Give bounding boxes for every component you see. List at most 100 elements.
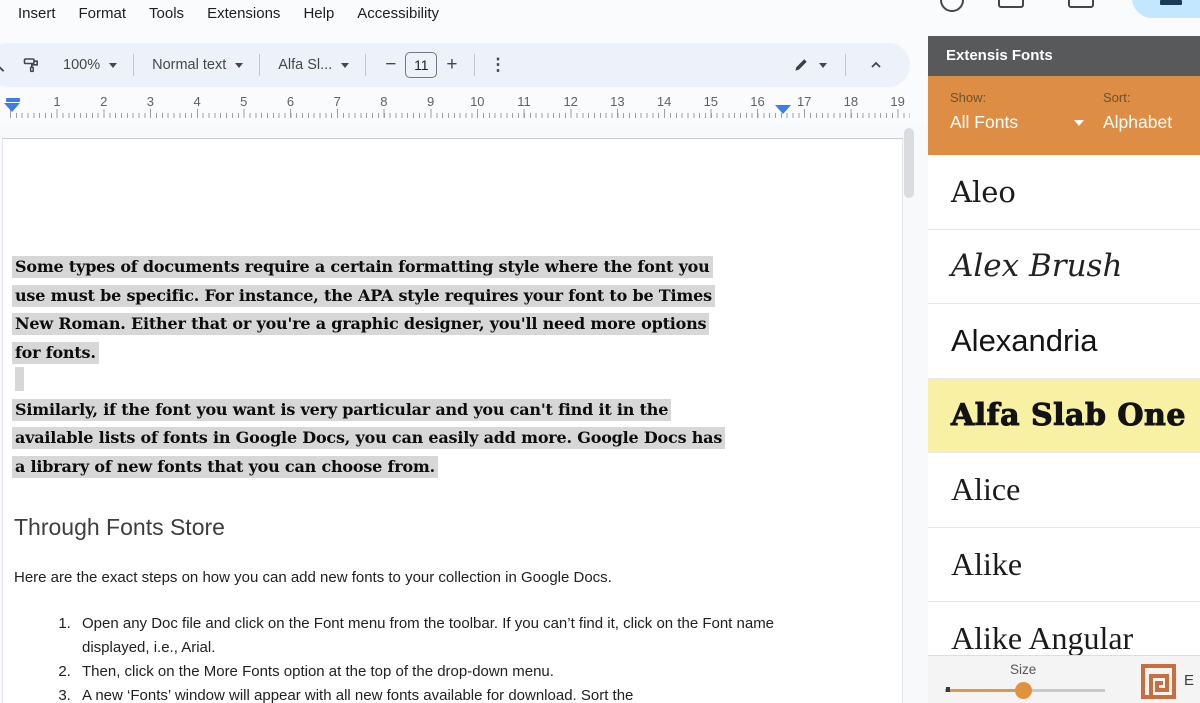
ruler: 12345678910111213141516171819 [0,92,910,125]
header-right-icons [920,0,1200,36]
brand-text: E [1184,672,1194,689]
ruler-number: 14 [657,94,671,109]
menu-bar: Insert Format Tools Extensions Help Accessibi… [0,0,1200,33]
menu-extensions[interactable]: Extensions [207,5,280,22]
font-size-slider[interactable] [945,682,1105,698]
pen-icon [792,56,810,74]
ruler-number: 17 [797,94,811,109]
decrease-font-size-button[interactable]: − [376,54,405,76]
meet-icon[interactable] [1068,0,1094,8]
font-list: Aleo Alex Brush Alexandria Alfa Slab One Ali… [928,155,1200,655]
ruler-number: 11 [517,94,531,109]
ruler-number: 2 [100,94,107,109]
chevron-down-icon [341,63,349,68]
paint-format-button[interactable] [22,56,41,75]
slider-fill [945,689,1023,692]
ruler-number: 4 [193,94,200,109]
toolbar-divider [845,54,846,76]
left-indent-marker[interactable] [4,103,20,112]
font-value: Alfa Sl... [278,57,332,73]
ruler-number: 8 [380,94,387,109]
right-indent-marker[interactable] [775,105,791,114]
font-family-select[interactable]: Alfa Sl... [278,57,349,73]
font-name: Alike [951,546,1022,583]
ruler-number: 18 [844,94,858,109]
selected-text-line: New Roman. Either that or you're a graph… [12,310,725,339]
show-dropdown[interactable]: All Fonts [950,112,1018,133]
menu-tools[interactable]: Tools [149,5,184,22]
slider-min-mark [946,687,950,692]
version-history-icon[interactable] [940,0,964,12]
selected-empty-line [12,367,725,396]
selected-paragraph: Some types of documents require a certai… [12,253,725,367]
toolbar-divider [259,54,260,76]
font-size-input[interactable]: 11 [405,52,437,78]
google-docs-app: Insert Format Tools Extensions Help Accessibi… [0,0,1200,703]
paragraph-style-select[interactable]: Normal text [152,57,243,73]
font-row-alexandria[interactable]: Alexandria [928,304,1200,379]
doc-list-item: Open any Doc file and click on the Font … [75,612,784,660]
editing-mode-select[interactable] [792,56,827,74]
slider-thumb[interactable] [1015,682,1032,699]
ruler-number: 12 [563,94,577,109]
redo-icon[interactable] [0,58,10,72]
font-row-aleo[interactable]: Aleo [928,155,1200,230]
more-options-button[interactable]: ⋮ [489,55,506,75]
font-row-alfa-slab-one[interactable]: Alfa Slab One [928,379,1200,454]
ruler-number: 10 [470,94,484,109]
document-area: Some types of documents require a certai… [0,125,928,703]
share-lock-icon [1160,0,1182,5]
sort-dropdown[interactable]: Alphabet [1103,112,1172,133]
doc-list-item: A new ‘Fonts’ window will appear with al… [75,684,784,703]
show-label: Show: [950,90,986,105]
increase-font-size-button[interactable]: + [437,54,466,76]
font-name: Alfa Slab One [951,398,1186,433]
selected-text-block: Some types of documents require a certai… [12,253,725,481]
ruler-number: 15 [704,94,718,109]
panel-filter-bar: Show: All Fonts Sort: Alphabet [928,76,1200,155]
menu-insert[interactable]: Insert [18,5,56,22]
font-row-alike[interactable]: Alike [928,528,1200,603]
ruler-number: 19 [890,94,904,109]
font-name: Alex Brush [951,248,1122,284]
chevron-down-icon [109,63,117,68]
chevron-up-icon [868,57,884,73]
ruler-number: 6 [287,94,294,109]
document-page[interactable]: Some types of documents require a certai… [2,138,903,703]
hide-menus-button[interactable] [868,57,884,73]
doc-intro-paragraph: Here are the exact steps on how you can … [14,569,612,586]
font-row-alex-brush[interactable]: Alex Brush [928,230,1200,305]
ruler-number: 1 [53,94,60,109]
zoom-value: 100% [63,57,100,73]
menu-help[interactable]: Help [303,5,334,22]
ruler-number: 5 [240,94,247,109]
toolbar-divider [133,54,134,76]
font-name: Alice [951,471,1020,508]
chevron-down-icon [235,63,243,68]
style-value: Normal text [152,57,226,73]
menu-bar-items: Insert Format Tools Extensions Help Accessibi… [18,5,439,22]
selected-text-line: use must be specific. For instance, the … [12,282,725,311]
extensis-fonts-panel: Extensis Fonts Show: All Fonts Sort: Alp… [928,36,1200,703]
document-scrollbar[interactable] [904,128,914,198]
doc-numbered-list: Open any Doc file and click on the Font … [14,612,784,703]
selected-text-line: for fonts. [12,339,725,368]
first-line-indent-marker[interactable] [6,98,20,102]
comments-icon[interactable] [998,0,1024,8]
doc-heading: Through Fonts Store [14,514,225,541]
menu-format[interactable]: Format [79,5,127,22]
selected-text-line: Similarly, if the font you want is very … [12,396,725,425]
doc-list-item: Then, click on the More Fonts option at … [75,660,784,684]
font-row-alice[interactable]: Alice [928,453,1200,528]
font-name: Aleo [951,175,1016,209]
toolbar-divider [365,54,366,76]
ruler-number: 16 [750,94,764,109]
toolbar: 100% Normal text Alfa Sl... − 11 + ⋮ [0,43,910,87]
chevron-down-icon [1074,120,1084,126]
zoom-select[interactable]: 100% [63,57,117,73]
ruler-number: 13 [610,94,624,109]
share-button[interactable] [1132,0,1200,18]
menu-accessibility[interactable]: Accessibility [357,5,439,22]
selected-text-line: Some types of documents require a certai… [12,253,725,282]
size-label: Size [1010,662,1036,677]
